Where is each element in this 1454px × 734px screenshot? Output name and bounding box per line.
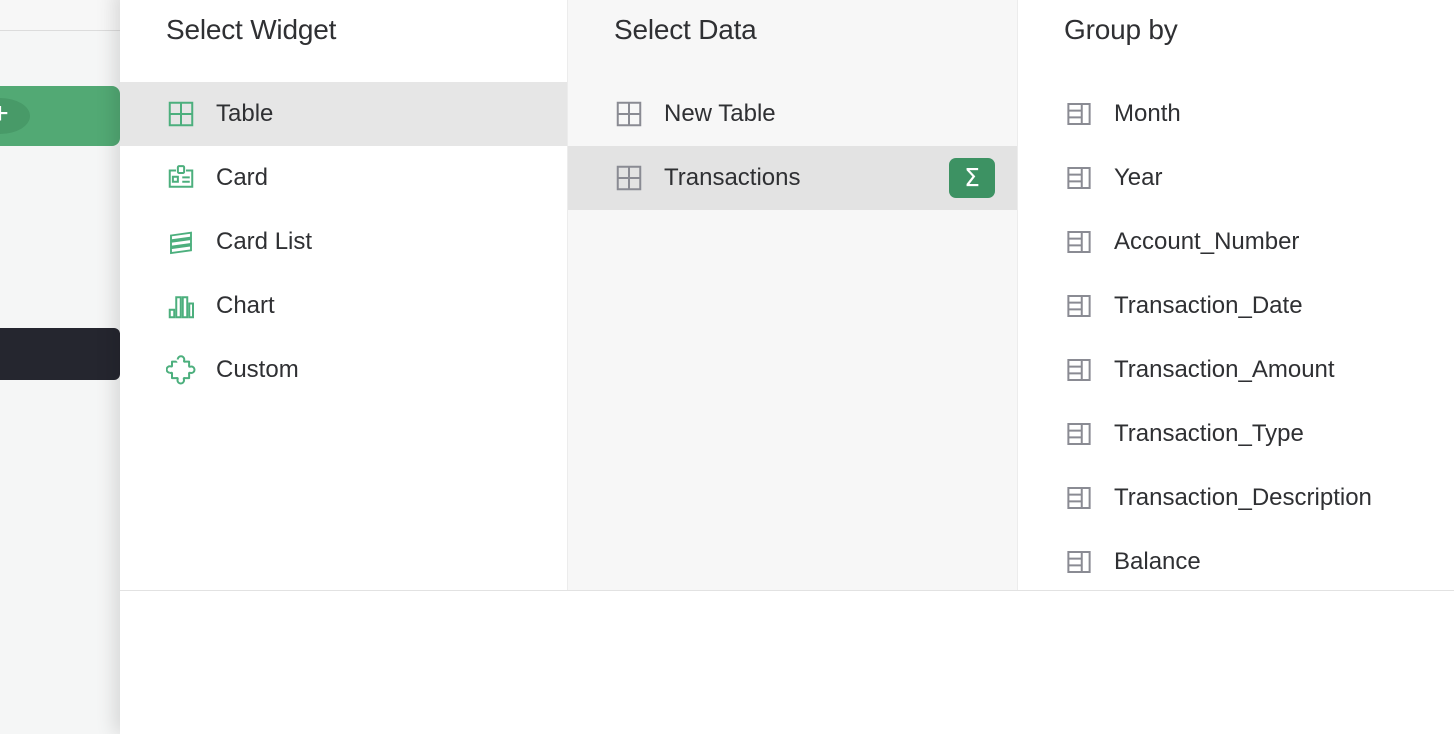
widget-item-label: Card (216, 164, 269, 191)
widget-item-card-list[interactable]: Card List (120, 210, 567, 274)
table-column-icon (1064, 227, 1094, 257)
group-by-item-label: Balance (1114, 548, 1201, 575)
group-by-item-transaction-description[interactable]: Transaction_Description (1018, 466, 1454, 530)
widget-item-label: Card List (216, 228, 313, 255)
modal-footer: SELECT BY Select Widget Add to Page (120, 591, 1454, 734)
widget-item-label: Table (216, 100, 274, 127)
group-by-field-list: Month Year Account_Number Transaction_Da… (1018, 82, 1454, 590)
data-source-list: New Table Transactions Σ (568, 82, 1017, 210)
widget-item-label: Chart (216, 292, 275, 319)
group-by-item-label: Month (1114, 100, 1181, 127)
group-by-item-label: Account_Number (1114, 228, 1300, 255)
group-by-item-year[interactable]: Year (1018, 146, 1454, 210)
group-by-item-label: Transaction_Amount (1114, 356, 1335, 383)
aggregate-sigma-badge[interactable]: Σ (949, 158, 995, 198)
bar-chart-icon (166, 291, 196, 321)
widget-item-table[interactable]: Table (120, 82, 567, 146)
widget-picker-modal: Select Widget Table Card Card List Chart… (120, 0, 1454, 734)
background-add-widget-button[interactable]: + (0, 86, 120, 146)
column-title-select-data: Select Data (614, 14, 757, 45)
data-item-label: Transactions (664, 164, 801, 191)
group-by-item-label: Transaction_Date (1114, 292, 1303, 319)
puzzle-piece-icon (165, 355, 196, 385)
data-item-new-table[interactable]: New Table (568, 82, 1017, 146)
group-by-item-balance[interactable]: Balance (1018, 530, 1454, 590)
id-badge-icon (166, 163, 196, 193)
column-group-by: Group by Month Year Account_Number Trans… (1018, 0, 1454, 590)
widget-item-chart[interactable]: Chart (120, 274, 567, 338)
widget-type-list: Table Card Card List Chart Custom (120, 82, 567, 402)
group-by-item-label: Year (1114, 164, 1163, 191)
group-by-item-account-number[interactable]: Account_Number (1018, 210, 1454, 274)
table-column-icon (1064, 99, 1094, 129)
plus-icon[interactable]: + (0, 98, 30, 134)
widget-item-card[interactable]: Card (120, 146, 567, 210)
table-column-icon (1064, 163, 1094, 193)
group-by-item-transaction-type[interactable]: Transaction_Type (1018, 402, 1454, 466)
group-by-item-transaction-date[interactable]: Transaction_Date (1018, 274, 1454, 338)
group-by-item-transaction-amount[interactable]: Transaction_Amount (1018, 338, 1454, 402)
table-column-icon (1064, 291, 1094, 321)
table-column-icon (1064, 483, 1094, 513)
table-grid-icon (614, 99, 644, 129)
column-select-data: Select Data New Table Transactions Σ (568, 0, 1018, 590)
table-column-icon (1064, 547, 1094, 577)
stacked-cards-icon (166, 227, 196, 257)
table-column-icon (1064, 419, 1094, 449)
background-dark-panel (0, 328, 120, 380)
widget-item-custom[interactable]: Custom (120, 338, 567, 402)
widget-item-label: Custom (216, 356, 299, 383)
column-select-widget: Select Widget Table Card Card List Chart… (120, 0, 568, 590)
column-title-select-widget: Select Widget (166, 14, 337, 45)
table-column-icon (1064, 355, 1094, 385)
group-by-item-month[interactable]: Month (1018, 82, 1454, 146)
table-grid-icon (166, 99, 196, 129)
data-item-transactions[interactable]: Transactions Σ (568, 146, 1017, 210)
group-by-item-label: Transaction_Description (1114, 484, 1372, 511)
table-grid-icon (614, 163, 644, 193)
background-topbar (0, 0, 130, 31)
data-item-label: New Table (664, 100, 776, 127)
group-by-item-label: Transaction_Type (1114, 420, 1304, 447)
column-title-group-by: Group by (1064, 14, 1178, 45)
widget-picker-columns: Select Widget Table Card Card List Chart… (120, 0, 1454, 591)
